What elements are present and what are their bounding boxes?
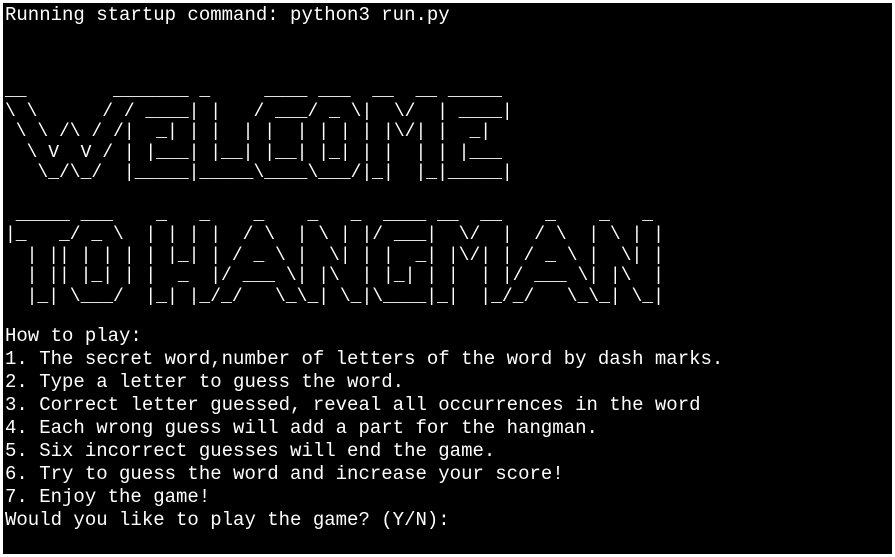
play-game-prompt[interactable]: Would you like to play the game? (Y/N):	[5, 509, 450, 532]
startup-command-line: Running startup command: python3 run.py	[5, 4, 450, 26]
instruction-line-4: 4. Each wrong guess will add a part for …	[5, 417, 598, 439]
instruction-line-5: 5. Six incorrect guesses will end the ga…	[5, 440, 496, 462]
instruction-line-6: 6. Try to guess the word and increase yo…	[5, 463, 564, 485]
instruction-line-2: 2. Type a letter to guess the word.	[5, 371, 405, 393]
instruction-line-3: 3. Correct letter guessed, reveal all oc…	[5, 394, 701, 416]
instruction-line-7: 7. Enjoy the game!	[5, 486, 211, 508]
welcome-to-hangman-ascii-banner: __ _______ _ ____ ___ __ __ _____ \ \ / …	[5, 81, 664, 307]
how-to-play-heading: How to play:	[5, 325, 142, 347]
terminal-window[interactable]: Running startup command: python3 run.py …	[3, 3, 892, 554]
instruction-line-1: 1. The secret word,number of letters of …	[5, 348, 724, 370]
